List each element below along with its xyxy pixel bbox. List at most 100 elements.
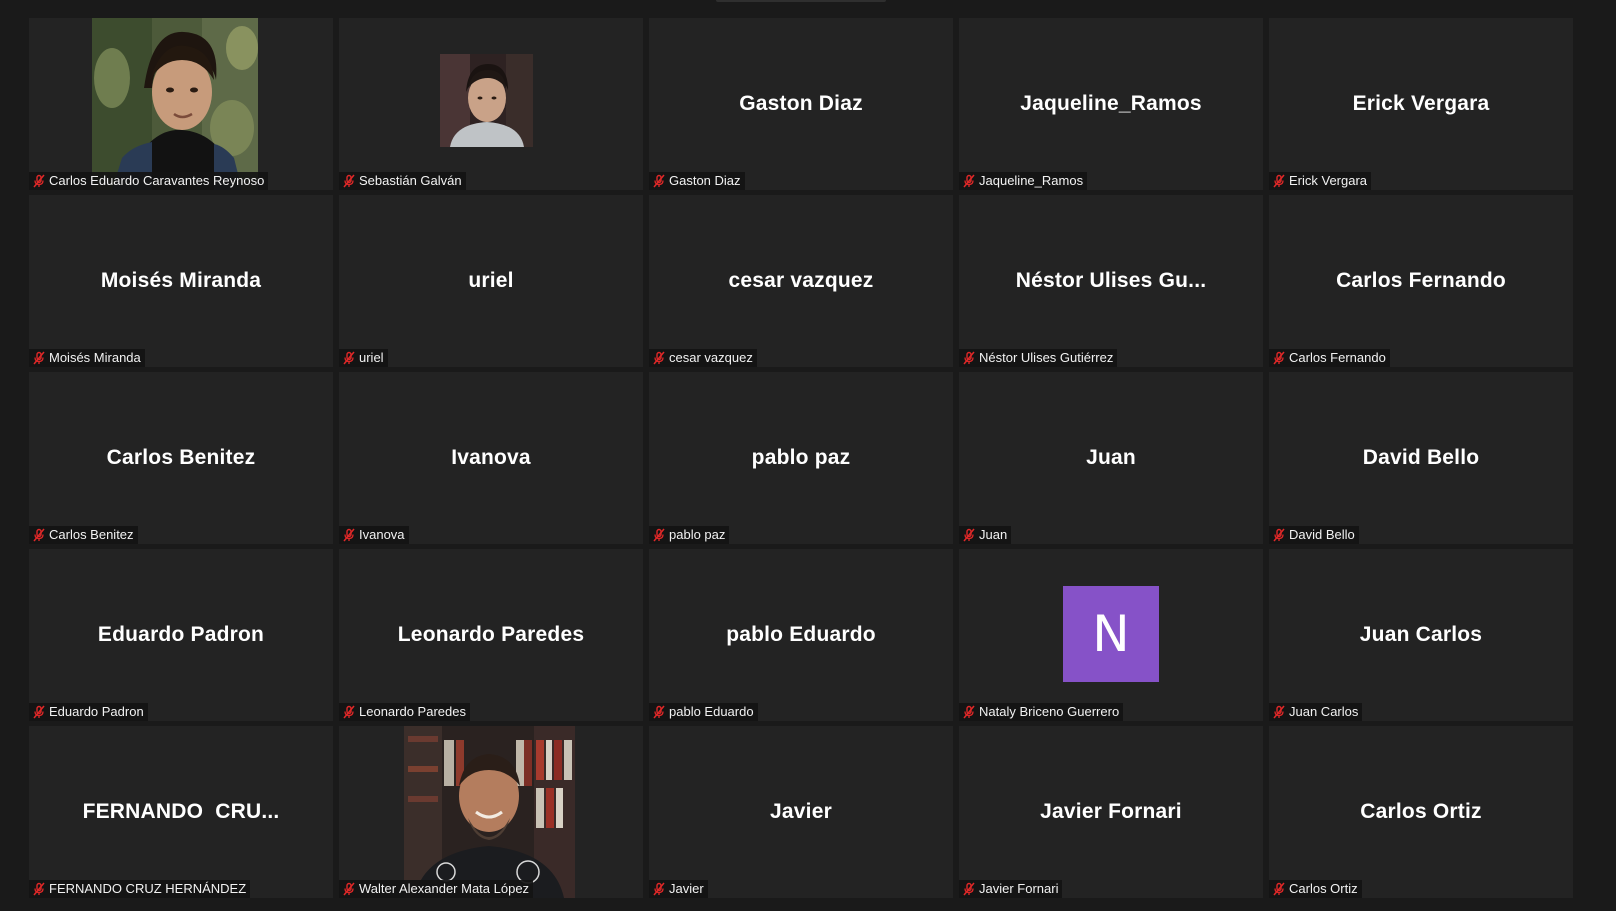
participant-name-label: Moisés Miranda (49, 350, 141, 365)
participant-name-tag: Carlos Fernando (1269, 349, 1390, 367)
participant-display-name: Leonardo Paredes (397, 623, 585, 646)
participant-display-name: uriel (468, 269, 514, 292)
participant-gallery: Carlos Eduardo Caravantes Reynoso Sebast… (29, 18, 1573, 898)
participant-name-label: Javier Fornari (979, 881, 1059, 896)
participant-video (404, 726, 575, 898)
participant-name-tag: Nataly Briceno Guerrero (959, 703, 1124, 721)
mic-muted-icon (963, 882, 975, 896)
participant-name-tag: pablo paz (649, 526, 730, 544)
participant-tile[interactable]: David Bello David Bello (1269, 372, 1573, 544)
participant-tile[interactable]: Jaqueline_Ramos Jaqueline_Ramos (959, 18, 1263, 190)
mic-muted-icon (33, 882, 45, 896)
participant-name-tag: Ivanova (339, 526, 409, 544)
participant-tile[interactable]: Gaston Diaz Gaston Diaz (649, 18, 953, 190)
participant-tile[interactable]: Leonardo Paredes Leonardo Paredes (339, 549, 643, 721)
mic-muted-icon (963, 528, 975, 542)
participant-tile[interactable]: pablo Eduardo pablo Eduardo (649, 549, 953, 721)
participant-display-name: cesar vazquez (728, 269, 874, 292)
participant-name-label: Carlos Eduardo Caravantes Reynoso (49, 173, 265, 188)
participant-display-name: Erick Vergara (1352, 92, 1490, 115)
mic-muted-icon (1273, 705, 1285, 719)
participant-tile[interactable]: Moisés Miranda Moisés Miranda (29, 195, 333, 367)
participant-display-name: Moisés Miranda (100, 269, 262, 292)
participant-name-tag: Gaston Diaz (649, 172, 745, 190)
participant-tile[interactable]: Erick Vergara Erick Vergara (1269, 18, 1573, 190)
participant-display-name: Eduardo Padron (97, 623, 265, 646)
profile-photo-image (440, 54, 533, 147)
participant-name-tag: Carlos Ortiz (1269, 880, 1362, 898)
participant-name-label: Walter Alexander Mata López (359, 881, 530, 896)
participant-name-tag: Carlos Eduardo Caravantes Reynoso (29, 172, 269, 190)
mic-muted-icon (1273, 351, 1285, 365)
participant-display-name: David Bello (1362, 446, 1480, 469)
participant-name-label: pablo paz (669, 527, 726, 542)
mic-muted-icon (343, 705, 355, 719)
participant-tile[interactable]: Javier Fornari Javier Fornari (959, 726, 1263, 898)
participant-display-name: Carlos Fernando (1336, 269, 1506, 292)
participant-display-name: Carlos Ortiz (1360, 800, 1482, 823)
participant-tile[interactable]: uriel uriel (339, 195, 643, 367)
participant-name-tag: Juan Carlos (1269, 703, 1363, 721)
participant-tile[interactable]: Javier Javier (649, 726, 953, 898)
mic-muted-icon (653, 174, 665, 188)
participant-name-tag: Moisés Miranda (29, 349, 145, 367)
participant-avatar: N (1063, 586, 1159, 682)
participant-tile[interactable]: Carlos Ortiz Carlos Ortiz (1269, 726, 1573, 898)
mic-muted-icon (653, 705, 665, 719)
participant-name-label: FERNANDO CRUZ HERNÁNDEZ (49, 881, 247, 896)
participant-name-label: Jaqueline_Ramos (979, 173, 1084, 188)
participant-tile[interactable]: Juan Carlos Juan Carlos (1269, 549, 1573, 721)
participant-tile[interactable]: Sebastián Galván (339, 18, 643, 190)
participant-name-label: Leonardo Paredes (359, 704, 466, 719)
participant-video (92, 18, 258, 190)
participant-name-tag: FERNANDO CRUZ HERNÁNDEZ (29, 880, 251, 898)
participant-name-tag: Carlos Benitez (29, 526, 138, 544)
participant-tile[interactable]: Walter Alexander Mata López (339, 726, 643, 898)
participant-name-label: Gaston Diaz (669, 173, 741, 188)
participant-name-label: pablo Eduardo (669, 704, 754, 719)
participant-name-tag: David Bello (1269, 526, 1359, 544)
participant-tile[interactable]: pablo paz pablo paz (649, 372, 953, 544)
participant-name-label: Erick Vergara (1289, 173, 1368, 188)
participant-tile[interactable]: FERNANDO CRU... FERNANDO CRUZ HERNÁNDEZ (29, 726, 333, 898)
participant-tile[interactable]: N Nataly Briceno Guerrero (959, 549, 1263, 721)
participant-name-tag: Jaqueline_Ramos (959, 172, 1088, 190)
participant-name-tag: Leonardo Paredes (339, 703, 470, 721)
mic-muted-icon (653, 528, 665, 542)
mic-muted-icon (343, 351, 355, 365)
mic-muted-icon (653, 351, 665, 365)
participant-display-name: Javier Fornari (1040, 800, 1182, 823)
participant-tile[interactable]: Juan Juan (959, 372, 1263, 544)
participant-tile[interactable]: Eduardo Padron Eduardo Padron (29, 549, 333, 721)
participant-name-label: cesar vazquez (669, 350, 753, 365)
participant-display-name: Néstor Ulises Gu... (1015, 269, 1207, 292)
participant-name-tag: Erick Vergara (1269, 172, 1372, 190)
participant-display-name: Jaqueline_Ramos (1020, 92, 1202, 115)
mic-muted-icon (343, 528, 355, 542)
participant-tile[interactable]: Néstor Ulises Gu... Néstor Ulises Gutiér… (959, 195, 1263, 367)
participant-tile[interactable]: Carlos Fernando Carlos Fernando (1269, 195, 1573, 367)
participant-display-name: Javier (770, 800, 832, 823)
participant-display-name: FERNANDO CRU... (82, 800, 280, 823)
participant-tile[interactable]: Ivanova Ivanova (339, 372, 643, 544)
participant-display-name: pablo Eduardo (726, 623, 876, 646)
participant-name-label: Juan (979, 527, 1008, 542)
participant-name-label: Carlos Benitez (49, 527, 134, 542)
participant-name-tag: Sebastián Galván (339, 172, 466, 190)
participant-tile[interactable]: Carlos Benitez Carlos Benitez (29, 372, 333, 544)
mic-muted-icon (33, 528, 45, 542)
mic-muted-icon (1273, 882, 1285, 896)
top-toolbar-handle[interactable] (716, 0, 886, 2)
participant-tile[interactable]: Carlos Eduardo Caravantes Reynoso (29, 18, 333, 190)
mic-muted-icon (33, 351, 45, 365)
participant-name-tag: Eduardo Padron (29, 703, 148, 721)
participant-video-image (92, 18, 258, 190)
participant-tile[interactable]: cesar vazquez cesar vazquez (649, 195, 953, 367)
mic-muted-icon (33, 705, 45, 719)
participant-name-label: Carlos Fernando (1289, 350, 1386, 365)
mic-muted-icon (963, 705, 975, 719)
mic-muted-icon (963, 351, 975, 365)
mic-muted-icon (653, 882, 665, 896)
participant-name-tag: cesar vazquez (649, 349, 757, 367)
participant-display-name: Juan Carlos (1359, 623, 1483, 646)
